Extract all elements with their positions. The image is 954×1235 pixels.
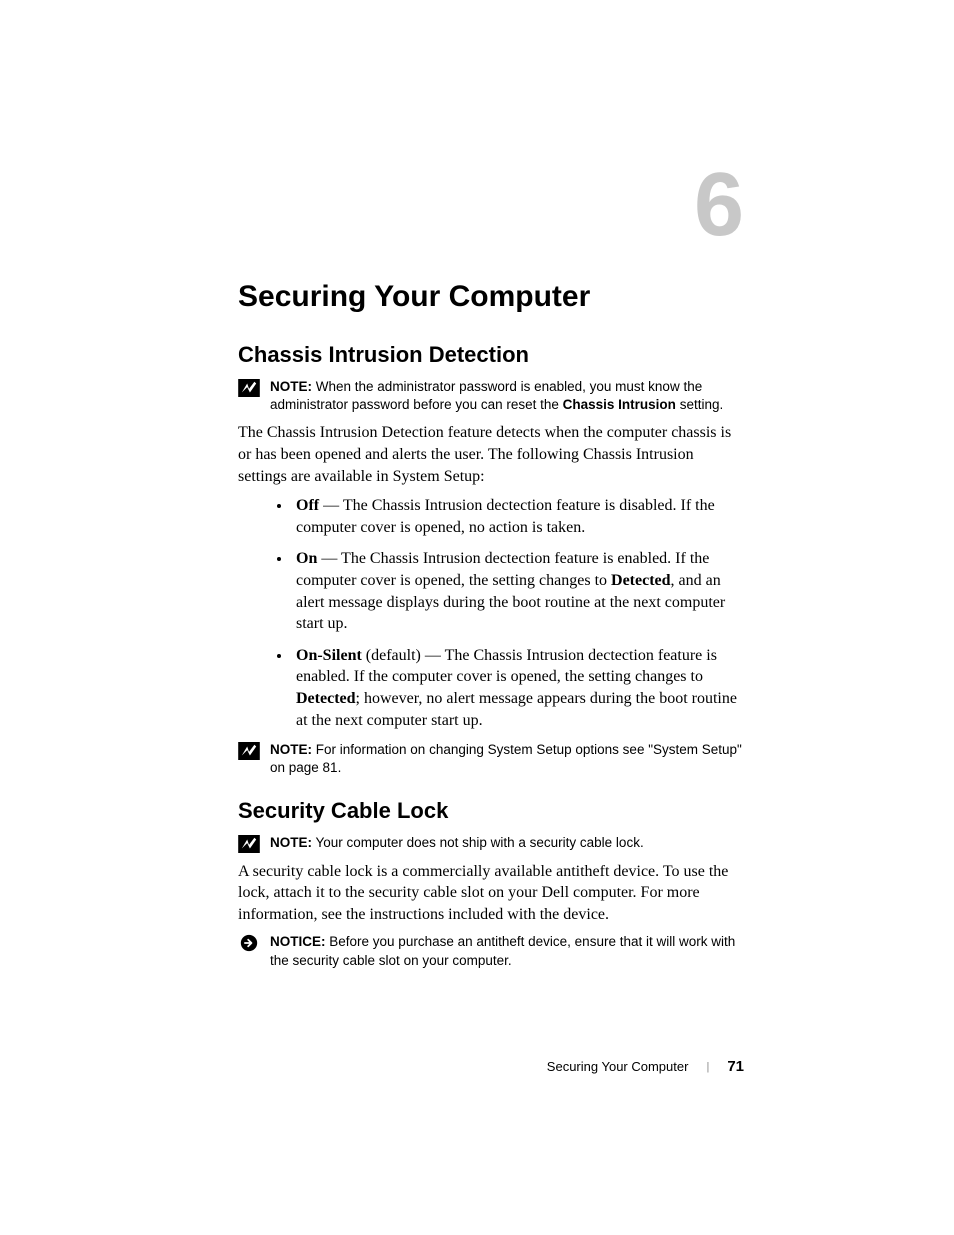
list-item: On-Silent (default) — The Chassis Intrus… — [292, 645, 744, 731]
notice-icon — [238, 934, 260, 952]
note-text: NOTE: When the administrator password is… — [270, 378, 744, 414]
note-text: NOTE: For information on changing System… — [270, 741, 744, 777]
note-block: NOTE: When the administrator password is… — [238, 378, 744, 414]
settings-list: Off — The Chassis Intrusion dectection f… — [238, 495, 744, 731]
setting-desc-b: ; however, no alert message appears duri… — [296, 690, 737, 729]
note-block: NOTE: Your computer does not ship with a… — [238, 834, 744, 853]
page-footer: Securing Your Computer | 71 — [547, 1058, 744, 1075]
section-heading-chassis: Chassis Intrusion Detection — [238, 342, 744, 368]
note-body: For information on changing System Setup… — [270, 742, 742, 775]
setting-detected: Detected — [611, 572, 671, 589]
chapter-number: 6 — [238, 160, 744, 250]
section-intro: The Chassis Intrusion Detection feature … — [238, 422, 744, 487]
setting-detected: Detected — [296, 690, 356, 707]
note-icon — [238, 379, 260, 397]
note-body-b: setting. — [676, 397, 723, 412]
setting-name: Off — [296, 497, 319, 514]
list-item: On — The Chassis Intrusion dectection fe… — [292, 548, 744, 634]
section-heading-cable: Security Cable Lock — [238, 798, 744, 824]
footer-title: Securing Your Computer — [547, 1059, 689, 1074]
note-body: Your computer does not ship with a secur… — [316, 835, 644, 850]
setting-name: On — [296, 550, 317, 567]
note-block: NOTE: For information on changing System… — [238, 741, 744, 777]
footer-separator: | — [706, 1061, 709, 1073]
page-content: 6 Securing Your Computer Chassis Intrusi… — [0, 0, 954, 1235]
notice-body: Before you purchase an antitheft device,… — [270, 934, 735, 967]
note-label: NOTE: — [270, 379, 312, 394]
notice-label: NOTICE: — [270, 934, 326, 949]
note-label: NOTE: — [270, 835, 312, 850]
section-body: A security cable lock is a commercially … — [238, 861, 744, 926]
chapter-title: Securing Your Computer — [238, 280, 744, 314]
note-icon — [238, 742, 260, 760]
note-bold: Chassis Intrusion — [563, 397, 676, 412]
note-text: NOTE: Your computer does not ship with a… — [270, 834, 644, 852]
notice-text: NOTICE: Before you purchase an antitheft… — [270, 933, 744, 969]
list-item: Off — The Chassis Intrusion dectection f… — [292, 495, 744, 538]
setting-name: On-Silent — [296, 647, 362, 664]
footer-page-number: 71 — [727, 1058, 744, 1075]
note-icon — [238, 835, 260, 853]
setting-desc: — The Chassis Intrusion dectection featu… — [296, 497, 715, 536]
note-label: NOTE: — [270, 742, 312, 757]
notice-block: NOTICE: Before you purchase an antitheft… — [238, 933, 744, 969]
